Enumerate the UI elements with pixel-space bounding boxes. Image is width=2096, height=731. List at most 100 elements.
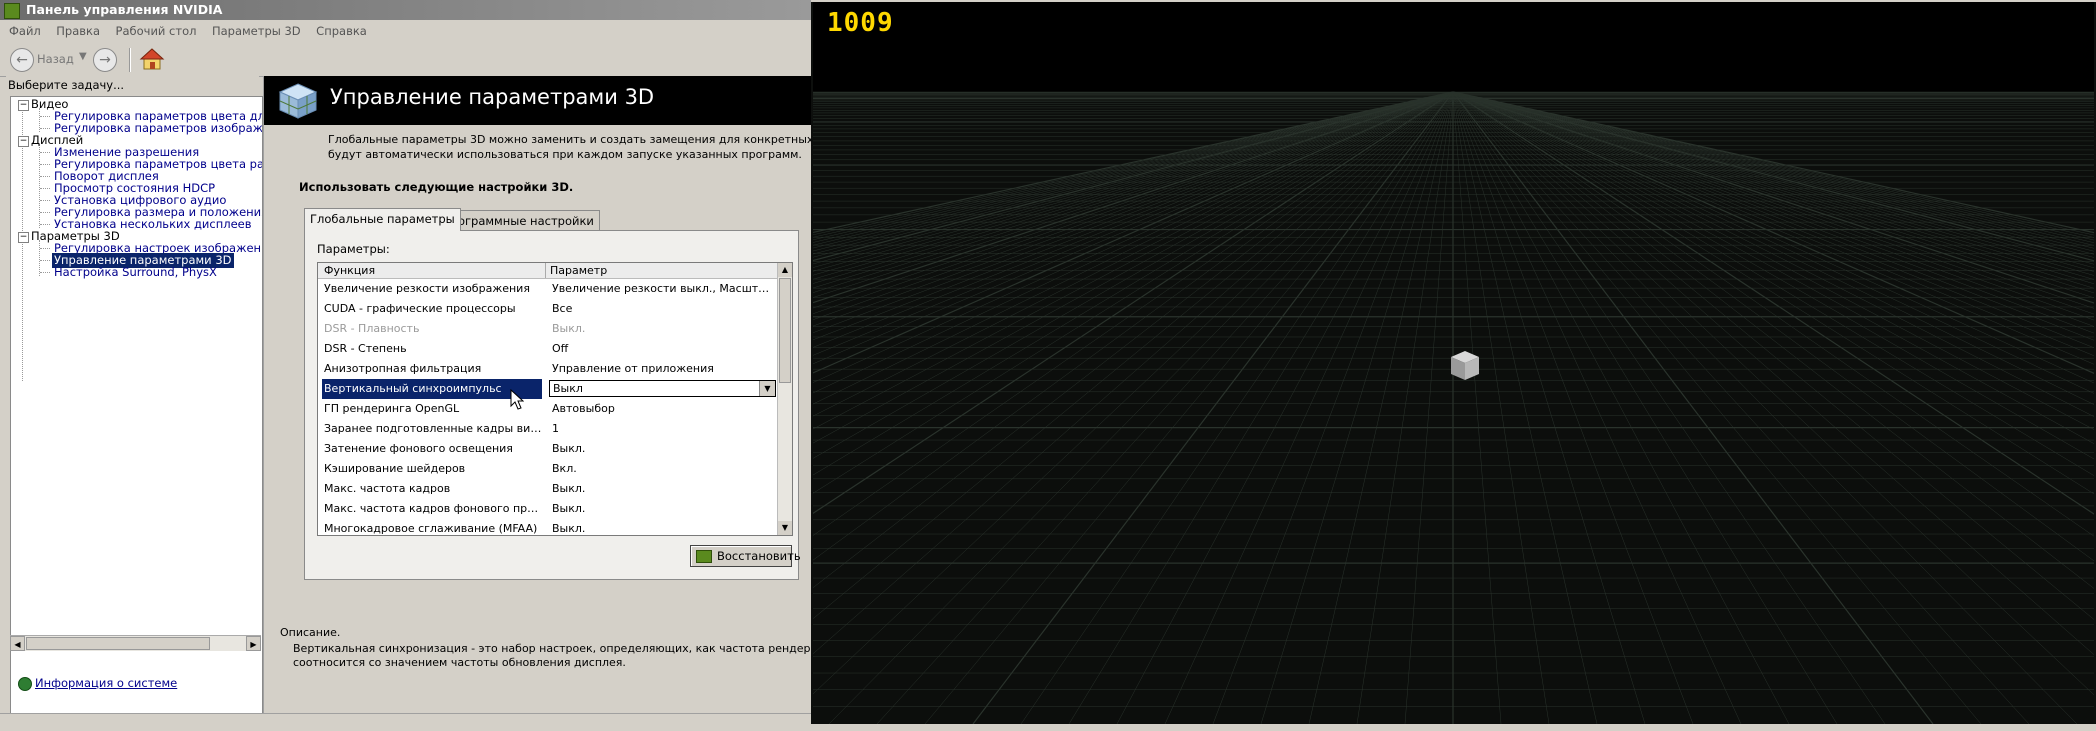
menu-edit[interactable]: Правка: [56, 24, 100, 38]
feature-cell: Кэширование шейдеров: [324, 462, 466, 475]
feature-cell: Заранее подготовленные кадры вирту...: [324, 422, 542, 435]
task-pane-header: Выберите задачу...: [8, 78, 125, 92]
scroll-down-icon[interactable]: ▼: [778, 521, 792, 535]
back-button-label[interactable]: Назад: [37, 52, 74, 66]
tab-global-settings[interactable]: Глобальные параметры: [304, 208, 461, 231]
tree-line: [40, 176, 50, 177]
back-arrow-icon[interactable]: ←: [10, 48, 34, 72]
setting-cell: Управление от приложения: [552, 362, 714, 375]
tree-line: [40, 260, 50, 261]
back-history-dropdown-icon[interactable]: ▼: [79, 51, 87, 62]
nvidia-logo-icon: [696, 550, 712, 563]
feature-cell: Макс. частота кадров фонового прило...: [324, 502, 542, 515]
sky: [813, 2, 2094, 92]
tree-item-video-image[interactable]: Регулировка параметров изображения д: [54, 121, 262, 136]
table-row[interactable]: Заранее подготовленные кадры вирту... 1: [318, 419, 778, 439]
home-icon[interactable]: [139, 46, 165, 72]
forward-arrow-icon[interactable]: →: [93, 48, 117, 72]
table-row[interactable]: Кэширование шейдеров Вкл.: [318, 459, 778, 479]
table-row[interactable]: Затенение фонового освещения Выкл.: [318, 439, 778, 459]
nvidia-app-icon: [4, 3, 20, 19]
scroll-left-icon[interactable]: ◀: [10, 636, 25, 651]
description-line: Вертикальная синхронизация - это набор н…: [293, 642, 811, 655]
system-info-link[interactable]: Информация о системе: [35, 676, 177, 690]
table-row[interactable]: Многокадровое сглаживание (MFAA) Выкл.: [318, 519, 778, 535]
scroll-up-icon[interactable]: ▲: [778, 263, 792, 277]
tree-item-surround-physx[interactable]: Настройка Surround, PhysX: [54, 265, 217, 280]
tree-line: [40, 188, 50, 189]
setting-cell: Выкл.: [552, 522, 586, 535]
feature-cell: DSR - Степень: [324, 342, 407, 355]
table-row[interactable]: CUDA - графические процессоры Все: [318, 299, 778, 319]
menu-file[interactable]: Файл: [9, 24, 41, 38]
chevron-down-icon[interactable]: ▼: [759, 381, 775, 396]
section-title: Использовать следующие настройки 3D.: [299, 180, 574, 194]
intro-line: Глобальные параметры 3D можно заменить и…: [328, 133, 811, 146]
tree-line: [39, 144, 40, 228]
3d-viewport[interactable]: 1009: [813, 2, 2094, 724]
menu-help[interactable]: Справка: [316, 24, 367, 38]
menu-bar: Файл Правка Рабочий стол Параметры 3D Сп…: [0, 20, 811, 42]
feature-cell: Вертикальный синхроимпульс: [322, 379, 542, 399]
restore-button[interactable]: Восстановить: [690, 545, 801, 567]
table-row[interactable]: DSR - Степень Off: [318, 339, 778, 359]
task-tree-horizontal-scrollbar[interactable]: ◀ ▶: [10, 635, 261, 651]
setting-cell: 1: [552, 422, 559, 435]
setting-cell: Выкл.: [552, 502, 586, 515]
setting-cell: Off: [552, 342, 569, 355]
table-row-selected[interactable]: Вертикальный синхроимпульс Выкл ▼: [318, 379, 778, 399]
description-title: Описание.: [280, 626, 341, 639]
feature-cell: Увеличение резкости изображения: [324, 282, 530, 295]
collapse-toggle-icon[interactable]: −: [18, 100, 29, 111]
feature-cell: CUDA - графические процессоры: [324, 302, 516, 315]
tree-line: [40, 248, 50, 249]
table-row[interactable]: Увеличение резкости изображения Увеличен…: [318, 279, 778, 299]
scroll-right-icon[interactable]: ▶: [246, 636, 261, 651]
feature-cell: Макс. частота кадров: [324, 482, 451, 495]
3d-app-window: 1009: [811, 0, 2096, 730]
window-title: Панель управления NVIDIA: [26, 2, 223, 17]
tree-line: [40, 272, 50, 273]
task-tree: − Видео Регулировка параметров цвета для…: [10, 96, 263, 713]
menu-3d-settings[interactable]: Параметры 3D: [212, 24, 301, 38]
column-header-setting: Параметр: [550, 264, 608, 277]
collapse-toggle-icon[interactable]: −: [18, 136, 29, 147]
mouse-cursor-icon: [510, 389, 524, 410]
wireframe-cube-icon: [1451, 351, 1479, 380]
tree-line: [40, 164, 50, 165]
tree-line: [40, 128, 50, 129]
tree-line: [40, 116, 50, 117]
collapse-toggle-icon[interactable]: −: [18, 232, 29, 243]
task-pane: Выберите задачу... − Видео Регулировка п…: [6, 76, 263, 713]
3d-cube-icon: [278, 83, 318, 119]
menu-desktop[interactable]: Рабочий стол: [116, 24, 197, 38]
scrollbar-thumb[interactable]: [779, 278, 791, 383]
setting-cell: Выкл.: [552, 442, 586, 455]
title-bar[interactable]: Панель управления NVIDIA: [0, 0, 811, 20]
global-settings-panel: Параметры: Функция Параметр Увеличение р…: [304, 230, 801, 580]
window-border: [811, 724, 2096, 730]
vsync-setting-dropdown[interactable]: Выкл ▼: [549, 380, 776, 397]
page-banner: Управление параметрами 3D: [264, 76, 811, 125]
params-label: Параметры:: [317, 242, 390, 256]
table-row[interactable]: Макс. частота кадров фонового прило... В…: [318, 499, 778, 519]
table-row[interactable]: ГП рендеринга OpenGL Автовыбор: [318, 399, 778, 419]
tree-line: [40, 224, 50, 225]
setting-cell: Увеличение резкости выкл., Масштаби...: [552, 282, 772, 295]
restore-button-label: Восстановить: [717, 549, 801, 563]
table-row[interactable]: Макс. частота кадров Выкл.: [318, 479, 778, 499]
setting-cell: Все: [552, 302, 573, 315]
table-row-disabled: DSR - Плавность Выкл.: [318, 319, 778, 339]
settings-table-vertical-scrollbar[interactable]: ▲ ▼: [777, 263, 792, 535]
tree-line: [40, 212, 50, 213]
page-title: Управление параметрами 3D: [330, 85, 655, 109]
table-row[interactable]: Анизотропная фильтрация Управление от пр…: [318, 359, 778, 379]
dropdown-value: Выкл: [553, 382, 583, 395]
scrollbar-thumb[interactable]: [26, 637, 210, 650]
taskbar-strip: [0, 713, 811, 731]
feature-cell: Затенение фонового освещения: [324, 442, 513, 455]
setting-cell: Выкл.: [552, 322, 586, 335]
column-divider[interactable]: [545, 263, 546, 278]
page-intro: Глобальные параметры 3D можно заменить и…: [328, 132, 811, 162]
toolbar: ← Назад ▼ →: [0, 42, 811, 77]
